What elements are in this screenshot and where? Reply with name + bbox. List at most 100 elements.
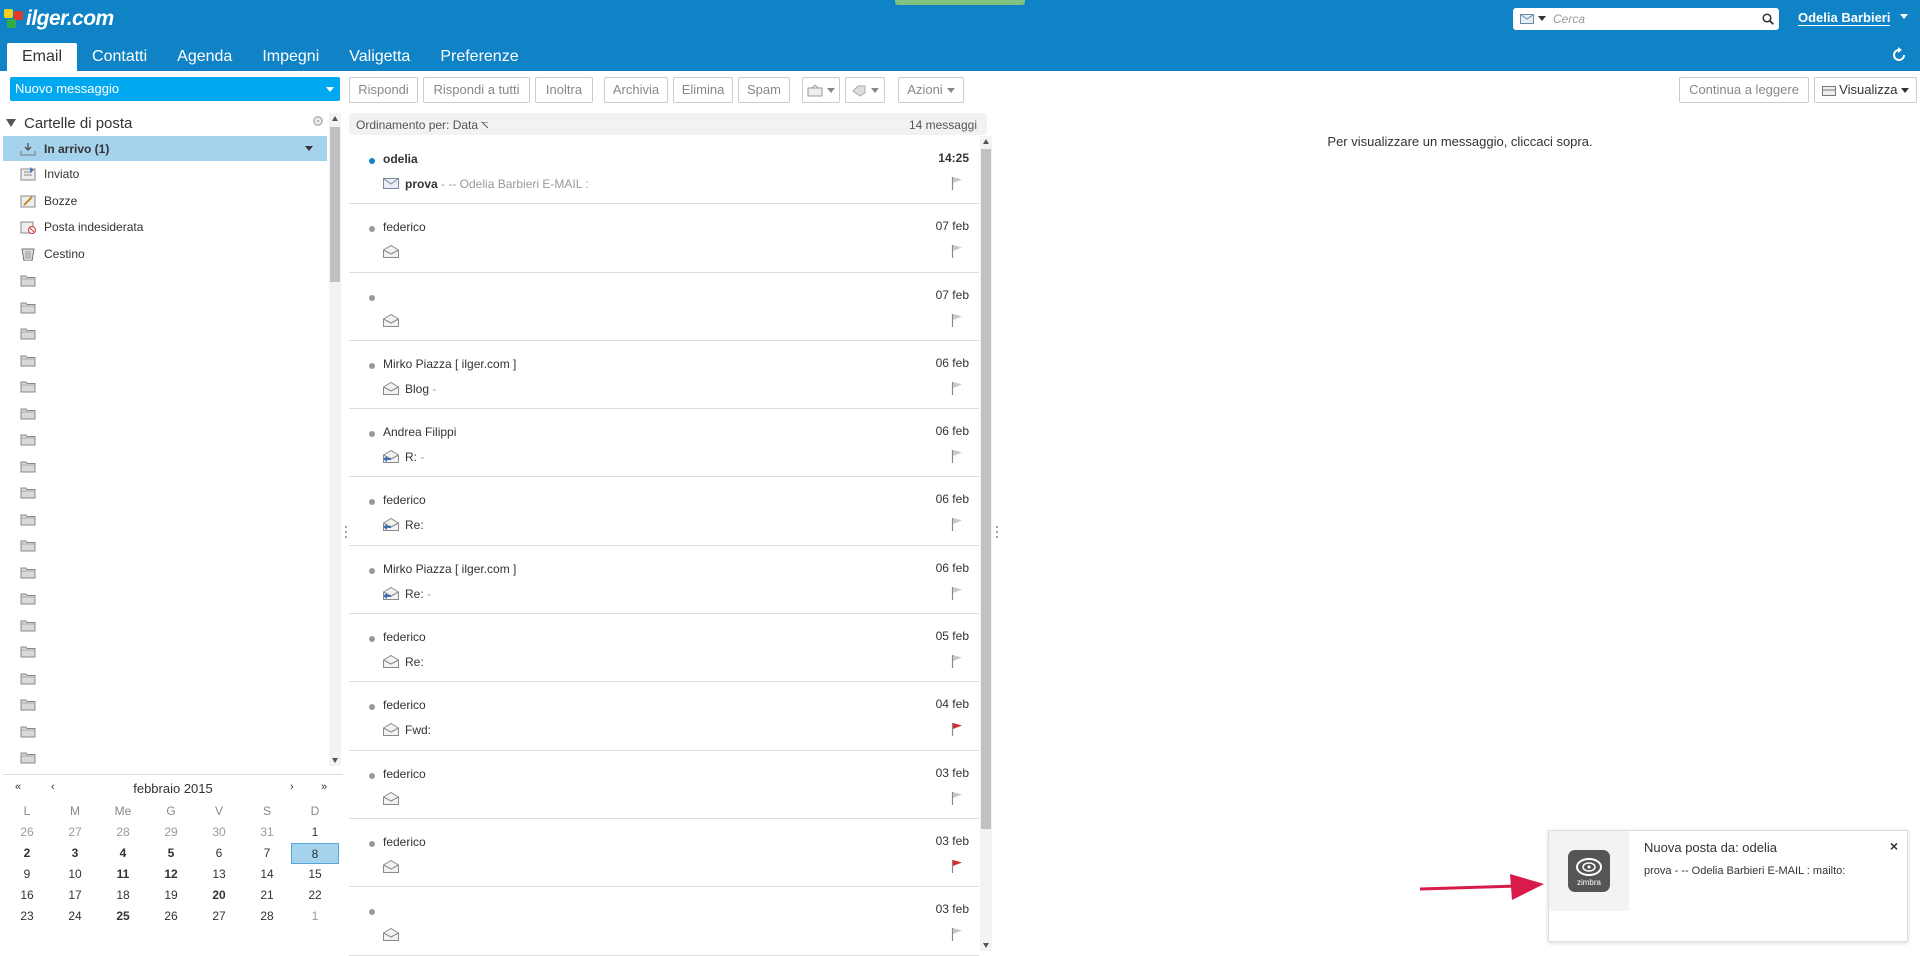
flag-icon[interactable] (951, 244, 963, 259)
folder-item-unnamed[interactable] (3, 585, 327, 612)
reply-button[interactable]: Rispondi (349, 77, 418, 103)
folder-item-unnamed[interactable] (3, 559, 327, 586)
calendar-day[interactable]: 30 (195, 822, 243, 843)
folder-scrollbar[interactable] (329, 113, 341, 766)
calendar-day[interactable]: 20 (195, 885, 243, 906)
folder-item-unnamed[interactable] (3, 453, 327, 480)
read-status-dot[interactable] (369, 294, 375, 301)
flag-icon[interactable] (951, 586, 963, 600)
chevron-down-icon[interactable] (326, 87, 334, 92)
message-row[interactable]: 07 feb (349, 273, 979, 341)
reply-all-button[interactable]: Rispondi a tutti (423, 77, 530, 103)
flag-icon[interactable] (951, 381, 963, 395)
flag-icon[interactable] (951, 791, 963, 805)
calendar-day[interactable]: 1 (291, 906, 339, 927)
new-message-button[interactable]: Nuovo messaggio (10, 77, 340, 101)
list-scrollbar-thumb[interactable] (981, 149, 991, 829)
folder-item-unnamed[interactable] (3, 718, 327, 745)
logo[interactable]: ilger.com (4, 6, 114, 32)
message-row[interactable]: federico 03 feb (349, 819, 979, 888)
read-status-dot[interactable] (369, 431, 375, 438)
folder-item-unnamed[interactable] (3, 373, 327, 400)
folder-scrollbar-thumb[interactable] (330, 127, 340, 282)
calendar-day[interactable]: 1 (291, 822, 339, 843)
folder-item-unnamed[interactable] (3, 638, 327, 665)
search-button[interactable] (1757, 8, 1779, 30)
message-row[interactable]: Andrea Filippi 06 feb R: - (349, 409, 979, 478)
read-status-dot[interactable] (369, 704, 375, 711)
message-row[interactable]: federico 07 feb (349, 204, 979, 273)
folder-item-4[interactable]: Cestino (3, 241, 327, 268)
spam-button[interactable]: Spam (738, 77, 790, 103)
tab-tasks[interactable]: Impegni (247, 43, 334, 71)
left-sash-handle[interactable] (345, 525, 347, 539)
read-status-dot[interactable] (369, 226, 375, 233)
calendar-day[interactable]: 28 (243, 906, 291, 927)
view-button[interactable]: Visualizza (1814, 77, 1917, 103)
calendar-day[interactable]: 25 (99, 906, 147, 927)
read-status-dot[interactable] (369, 499, 375, 506)
scroll-down-icon[interactable] (332, 758, 338, 763)
calendar-day[interactable]: 31 (243, 822, 291, 843)
folder-item-3[interactable]: Posta indesiderata (3, 214, 327, 241)
flag-icon[interactable] (951, 859, 963, 873)
read-status-dot[interactable] (369, 772, 375, 779)
collapse-triangle-icon[interactable] (6, 119, 16, 127)
next-year-button[interactable]: » (321, 781, 327, 793)
calendar-day[interactable]: 15 (291, 864, 339, 885)
tag-button[interactable] (845, 77, 885, 103)
tab-calendar[interactable]: Agenda (162, 43, 247, 71)
folder-item-unnamed[interactable] (3, 665, 327, 692)
folder-item-unnamed[interactable] (3, 426, 327, 453)
forward-button[interactable]: Inoltra (535, 77, 593, 103)
flag-icon[interactable] (951, 449, 963, 464)
folder-item-unnamed[interactable] (3, 691, 327, 718)
calendar-day[interactable]: 17 (51, 885, 99, 906)
folder-item-0[interactable]: In arrivo (1) (3, 136, 327, 161)
read-status-dot[interactable] (369, 567, 375, 574)
calendar-day[interactable]: 5 (147, 843, 195, 864)
folder-item-unnamed[interactable] (3, 347, 327, 374)
flag-icon[interactable] (951, 722, 963, 737)
scroll-up-icon[interactable] (983, 139, 989, 144)
folder-item-unnamed[interactable] (3, 267, 327, 294)
calendar-day[interactable]: 21 (243, 885, 291, 906)
calendar-day[interactable]: 7 (243, 843, 291, 864)
calendar-day[interactable]: 4 (99, 843, 147, 864)
folder-item-unnamed[interactable] (3, 320, 327, 347)
calendar-day[interactable]: 9 (3, 864, 51, 885)
actions-button[interactable]: Azioni (898, 77, 964, 103)
calendar-day[interactable]: 16 (3, 885, 51, 906)
folder-item-unnamed[interactable] (3, 612, 327, 639)
flag-icon[interactable] (951, 927, 963, 942)
new-mail-notification[interactable]: zimbra Nuova posta da: odelia prova - --… (1548, 830, 1908, 942)
calendar-day[interactable]: 28 (99, 822, 147, 843)
close-icon[interactable]: × (1890, 838, 1898, 854)
folder-item-unnamed[interactable] (3, 532, 327, 559)
refresh-icon[interactable] (1890, 46, 1908, 64)
read-status-dot[interactable] (369, 840, 375, 847)
right-sash-handle[interactable] (996, 525, 998, 539)
folder-item-unnamed[interactable] (3, 294, 327, 321)
next-month-button[interactable]: › (290, 781, 294, 793)
calendar-day[interactable]: 27 (195, 906, 243, 927)
calendar-day[interactable]: 22 (291, 885, 339, 906)
calendar-day-today[interactable]: 8 (291, 843, 339, 864)
message-row[interactable]: odelia 14:25 prova - -- Odelia Barbieri E-… (349, 136, 979, 205)
tab-email[interactable]: Email (7, 43, 78, 71)
message-row[interactable]: federico 03 feb (349, 751, 979, 819)
calendar-day[interactable]: 6 (195, 843, 243, 864)
calendar-day[interactable]: 2 (3, 843, 51, 864)
continue-reading-button[interactable]: Continua a leggere (1679, 77, 1809, 103)
calendar-day[interactable]: 3 (51, 843, 99, 864)
user-menu[interactable]: Odelia Barbieri (1798, 10, 1891, 26)
archive-button[interactable]: Archivia (604, 77, 668, 103)
calendar-day[interactable]: 13 (195, 864, 243, 885)
list-scrollbar[interactable] (980, 136, 992, 951)
message-row[interactable]: 03 feb (349, 887, 979, 956)
message-row[interactable]: federico 06 feb Re: (349, 477, 979, 546)
calendar-day[interactable]: 26 (147, 906, 195, 927)
folder-item-unnamed[interactable] (3, 400, 327, 427)
calendar-day[interactable]: 12 (147, 864, 195, 885)
calendar-day[interactable]: 19 (147, 885, 195, 906)
